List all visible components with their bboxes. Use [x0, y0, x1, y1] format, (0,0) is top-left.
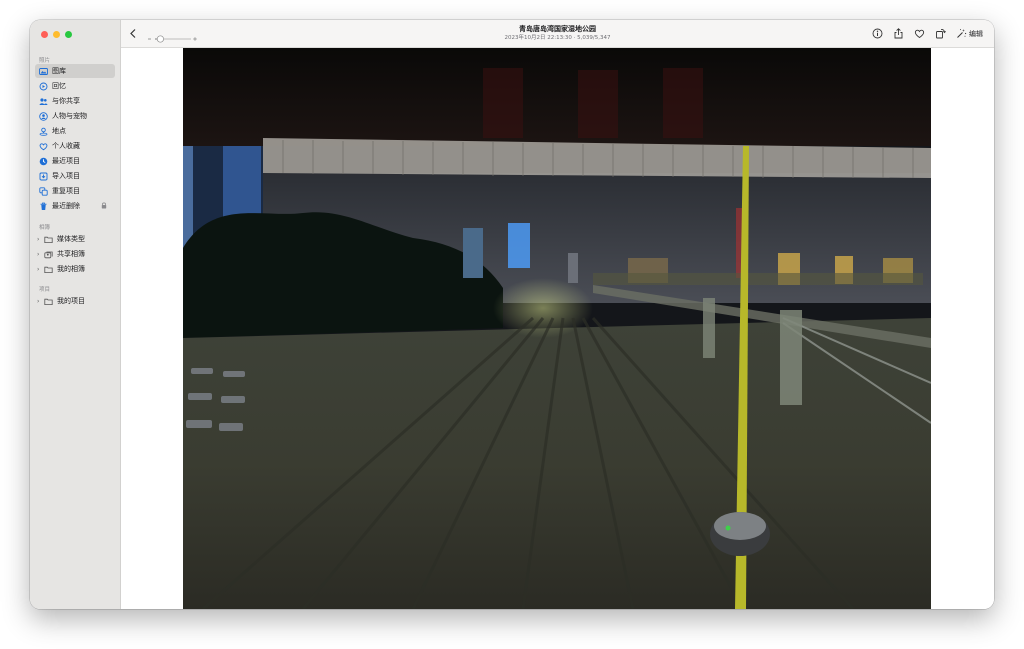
favorites-icon: [39, 142, 48, 151]
sidebar-item-people-pets[interactable]: 人物与宠物: [35, 109, 115, 123]
sidebar-item-label: 重复项目: [52, 187, 80, 195]
share-icon: [893, 28, 904, 39]
sidebar-item-imports[interactable]: 导入项目: [35, 169, 115, 183]
heart-icon: [914, 28, 925, 39]
sidebar-item-label: 地点: [52, 127, 66, 135]
rotate-button[interactable]: [935, 28, 946, 39]
magic-wand-icon: [956, 28, 967, 39]
recently-deleted-icon: [39, 202, 48, 211]
sidebar-item-label: 与你共享: [52, 97, 80, 105]
folder-icon: [44, 297, 53, 306]
sidebar-item-my-projects[interactable]: › 我的项目: [33, 294, 113, 308]
imports-icon: [39, 172, 48, 181]
chevron-right-icon[interactable]: ›: [37, 251, 43, 258]
sidebar-item-label: 我的相簿: [57, 265, 85, 273]
sidebar-item-label: 导入项目: [52, 172, 80, 180]
window-controls: [41, 31, 72, 38]
memories-icon: [39, 82, 48, 91]
sidebar-item-label: 个人收藏: [52, 142, 80, 150]
sidebar-item-duplicates[interactable]: 重复项目: [35, 184, 115, 198]
sidebar-item-shared-with-you[interactable]: 与你共享: [35, 94, 115, 108]
sidebar: 照片 图库 回忆 与你共享 人物与宠物 地点 个人收藏 最近项目 导入项目 重复…: [30, 20, 121, 609]
shared-albums-icon: [44, 250, 53, 259]
shared-with-you-icon: [39, 97, 48, 106]
chevron-right-icon[interactable]: ›: [37, 298, 43, 305]
enhance-button[interactable]: [956, 28, 967, 39]
chevron-right-icon[interactable]: ›: [37, 266, 43, 273]
photos-window: 照片 图库 回忆 与你共享 人物与宠物 地点 个人收藏 最近项目 导入项目 重复…: [30, 20, 994, 609]
rotate-icon: [935, 28, 946, 39]
sidebar-item-shared-albums[interactable]: › 共享相簿: [33, 247, 113, 261]
sidebar-section-photos: 照片: [39, 58, 51, 64]
sidebar-item-my-albums[interactable]: › 我的相簿: [33, 262, 113, 276]
sidebar-item-label: 媒体类型: [57, 235, 85, 243]
folder-icon: [44, 265, 53, 274]
photo-title-area: 青岛唐岛湾国家湿地公园 2023年10月2日 22:13:30 · 5,039/…: [121, 25, 994, 42]
folder-icon: [44, 235, 53, 244]
photo-subtitle: 2023年10月2日 22:13:30 · 5,039/5,347: [504, 35, 611, 41]
sidebar-item-places[interactable]: 地点: [35, 124, 115, 138]
favorite-button[interactable]: [914, 28, 925, 39]
photo-image[interactable]: [183, 48, 931, 609]
edit-button[interactable]: 编辑: [969, 29, 983, 39]
chevron-right-icon[interactable]: ›: [37, 236, 43, 243]
info-icon: [872, 28, 883, 39]
photo-library-icon: [39, 67, 48, 76]
photo-title: 青岛唐岛湾国家湿地公园: [519, 25, 596, 33]
sidebar-item-library[interactable]: 图库: [35, 64, 115, 78]
sidebar-item-recently-deleted[interactable]: 最近删除: [35, 199, 115, 213]
recents-icon: [39, 157, 48, 166]
close-button[interactable]: [41, 31, 48, 38]
sidebar-item-label: 我的项目: [57, 297, 85, 305]
sidebar-item-favorites[interactable]: 个人收藏: [35, 139, 115, 153]
sidebar-section-albums: 相簿: [39, 225, 51, 231]
share-button[interactable]: [893, 28, 904, 39]
places-icon: [39, 127, 48, 136]
people-pets-icon: [39, 111, 48, 121]
sidebar-item-label: 回忆: [52, 82, 66, 90]
minimize-button[interactable]: [53, 31, 60, 38]
lock-icon: [101, 202, 107, 211]
photo-viewer: [121, 48, 994, 609]
sidebar-item-recents[interactable]: 最近项目: [35, 154, 115, 168]
sidebar-section-projects: 项目: [39, 287, 51, 293]
sidebar-item-label: 图库: [52, 67, 66, 75]
info-button[interactable]: [872, 28, 883, 39]
sidebar-item-label: 人物与宠物: [52, 112, 87, 120]
sidebar-item-media-types[interactable]: › 媒体类型: [33, 232, 113, 246]
sidebar-item-label: 最近删除: [52, 202, 80, 210]
sidebar-item-memories[interactable]: 回忆: [35, 79, 115, 93]
sidebar-item-label: 共享相簿: [57, 250, 85, 258]
duplicates-icon: [39, 186, 48, 196]
sidebar-item-label: 最近项目: [52, 157, 80, 165]
toolbar: 青岛唐岛湾国家湿地公园 2023年10月2日 22:13:30 · 5,039/…: [121, 20, 994, 48]
zoom-button[interactable]: [65, 31, 72, 38]
